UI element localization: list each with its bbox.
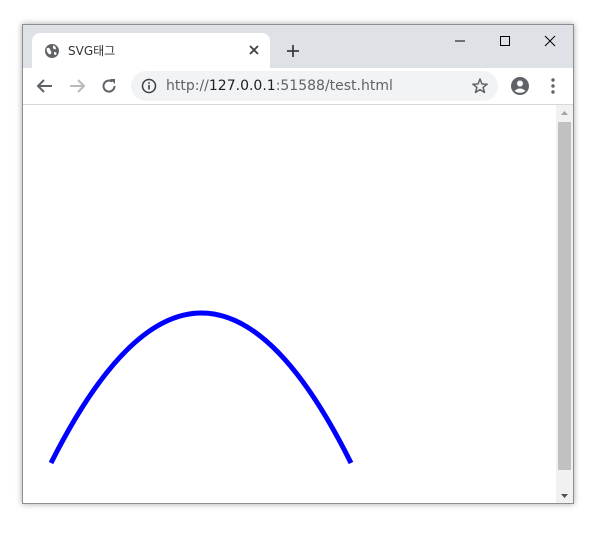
tab-active[interactable]: SVG태그 [32, 33, 270, 68]
url-host: 127.0.0.1 [208, 78, 276, 94]
close-window-icon[interactable] [538, 31, 562, 51]
url-scheme: http:// [166, 78, 209, 94]
account-avatar-icon[interactable] [510, 76, 530, 96]
reload-icon[interactable] [99, 76, 119, 96]
title-bar: SVG태그 [23, 25, 573, 68]
scroll-thumb[interactable] [558, 122, 571, 470]
menu-kebab-icon[interactable] [543, 76, 563, 96]
bookmark-star-icon[interactable] [471, 77, 489, 95]
page-viewport [23, 105, 556, 503]
tab-title: SVG태그 [68, 44, 116, 58]
back-arrow-icon[interactable] [35, 76, 55, 96]
scroll-up-arrow-icon[interactable] [556, 105, 573, 122]
close-tab-icon[interactable] [246, 42, 262, 58]
quadratic-curve [48, 310, 354, 465]
url-path: :51588/test.html [275, 78, 393, 94]
forward-arrow-icon[interactable] [67, 76, 87, 96]
address-bar[interactable]: http://127.0.0.1:51588/test.html [131, 71, 498, 101]
new-tab-icon[interactable] [282, 40, 304, 62]
browser-window: SVG태그 http://127.0.0.1:51588/test.html [22, 24, 574, 504]
scroll-down-arrow-icon[interactable] [556, 487, 573, 504]
minimize-icon[interactable] [448, 31, 472, 51]
svg-canvas [48, 310, 354, 465]
globe-icon [45, 44, 59, 58]
toolbar: http://127.0.0.1:51588/test.html [23, 68, 573, 105]
vertical-scrollbar[interactable] [556, 105, 573, 504]
url-text[interactable]: http://127.0.0.1:51588/test.html [166, 78, 393, 94]
info-icon[interactable] [141, 78, 157, 94]
maximize-icon[interactable] [493, 31, 517, 51]
